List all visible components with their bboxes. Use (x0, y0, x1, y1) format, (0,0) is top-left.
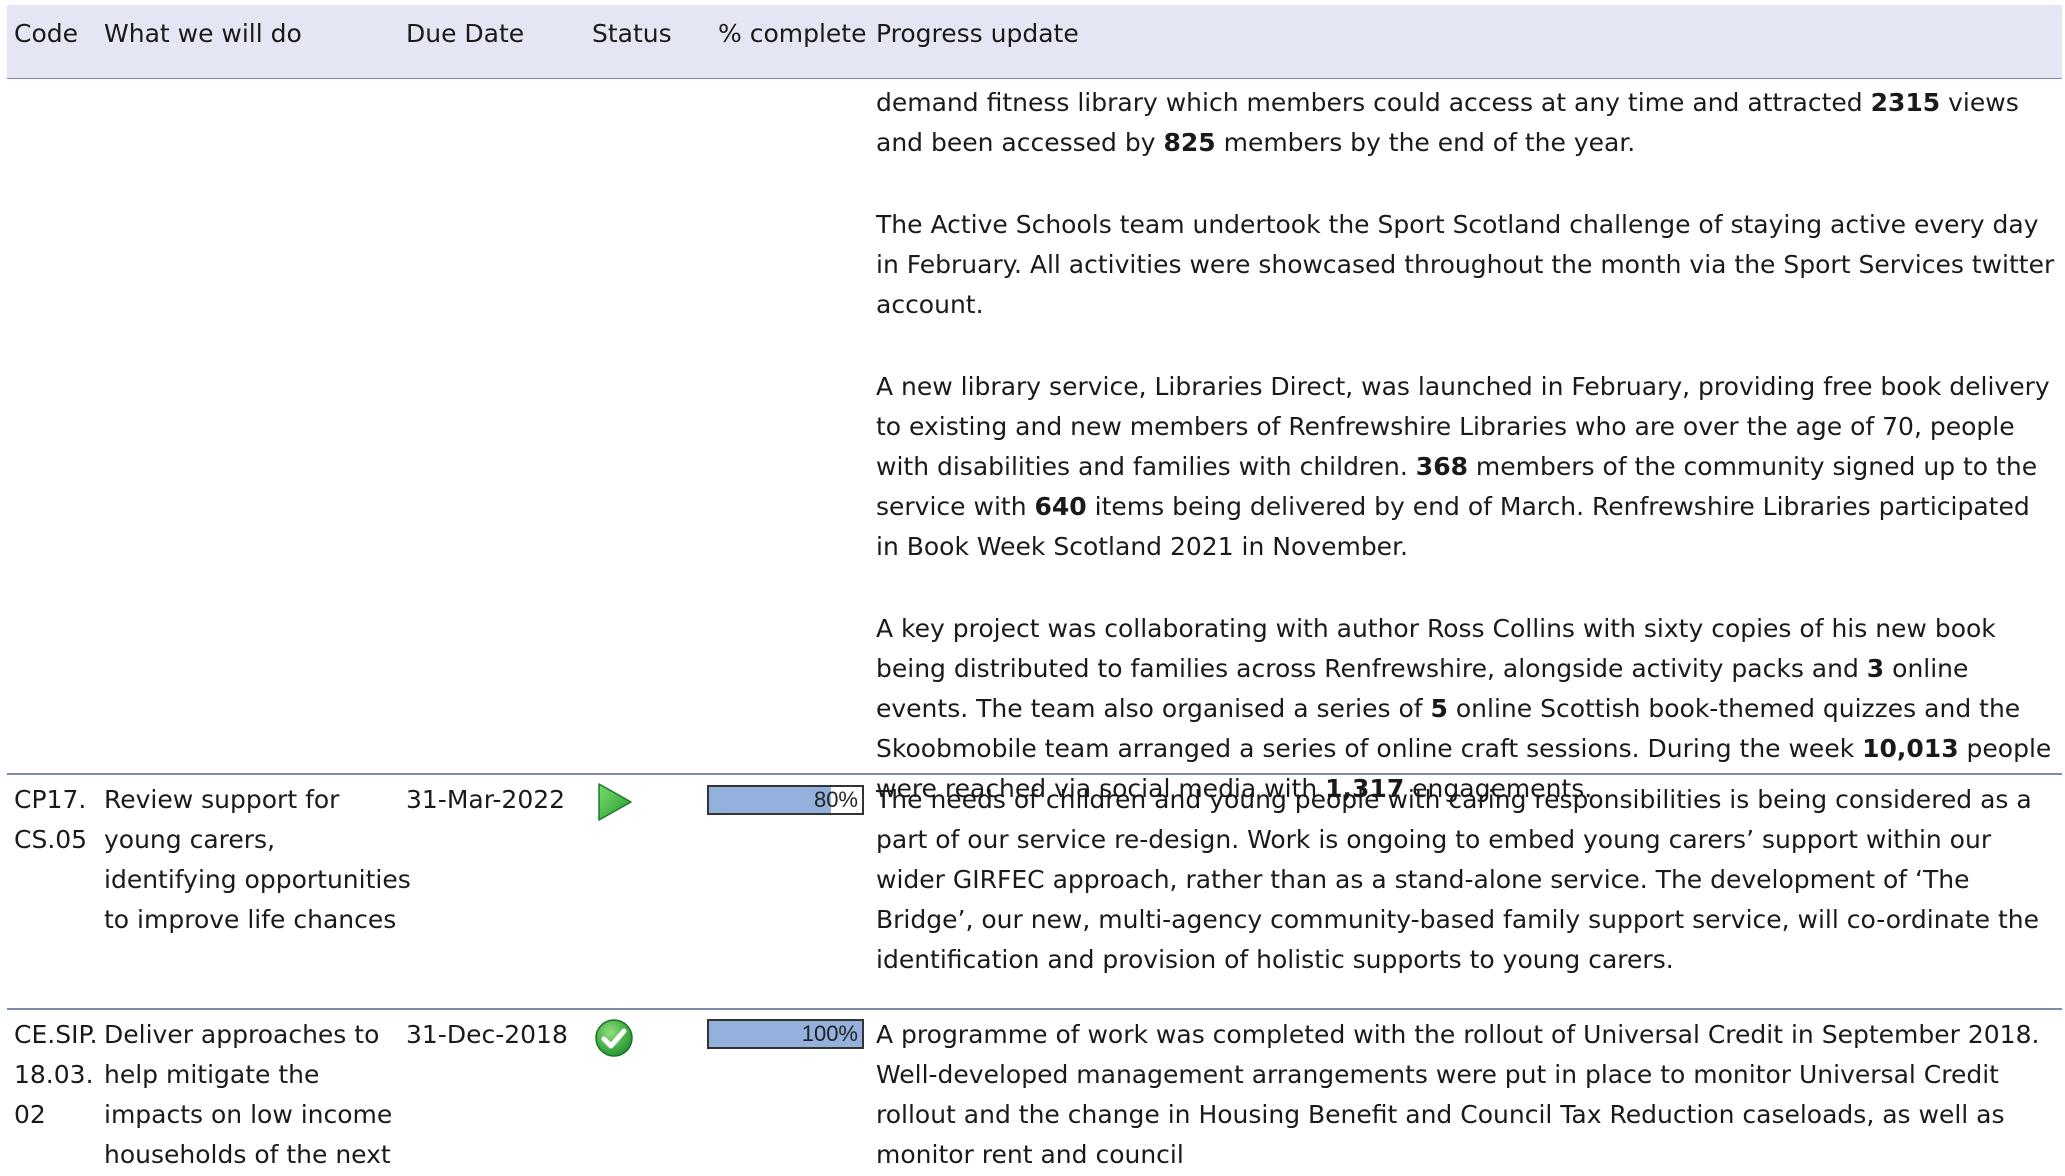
table-header: Code What we will do Due Date Status % c… (7, 5, 2062, 79)
header-what-we-will-do: What we will do (104, 19, 302, 48)
progress-paragraph: A key project was collaborating with aut… (876, 614, 2052, 803)
row-due-date: 31-Dec-2018 (406, 1020, 568, 1049)
row-divider (7, 773, 2062, 775)
header-due-date: Due Date (406, 19, 525, 48)
check-circle-icon (595, 1019, 633, 1057)
percent-label: 80% (813, 787, 858, 812)
row-progress-update: The needs of children and young people w… (876, 785, 2040, 974)
row-code: CP17. CS.05 (14, 785, 88, 854)
row-what-we-will-do: Deliver approaches to help mitigate the im… (104, 1020, 393, 1169)
percent-complete-bar: 100% (707, 1019, 864, 1049)
percent-complete-bar: 80% (707, 785, 864, 815)
header-code: Code (14, 19, 79, 48)
row-what-we-will-do: Review support for young carers, identifyi… (104, 785, 411, 934)
row-due-date: 31-Mar-2022 (406, 785, 566, 814)
header-percent-complete: % complete (718, 19, 867, 48)
header-progress-update: Progress update (876, 19, 1079, 48)
progress-paragraph: The Active Schools team undertook the Sp… (876, 210, 2055, 319)
row-code: CE.SIP. 18.03. 02 (14, 1020, 98, 1129)
progress-paragraph: demand fitness library which members cou… (876, 88, 2019, 157)
progress-paragraph: A new library service, Libraries Direct,… (876, 372, 2050, 561)
row-divider (7, 1008, 2062, 1010)
header-status: Status (592, 19, 672, 48)
row-progress-update: A programme of work was completed with t… (876, 1020, 2040, 1169)
progress-update-continued: demand fitness library which members cou… (876, 83, 2056, 809)
play-arrow-icon (598, 783, 632, 821)
percent-label: 100% (801, 1021, 858, 1046)
